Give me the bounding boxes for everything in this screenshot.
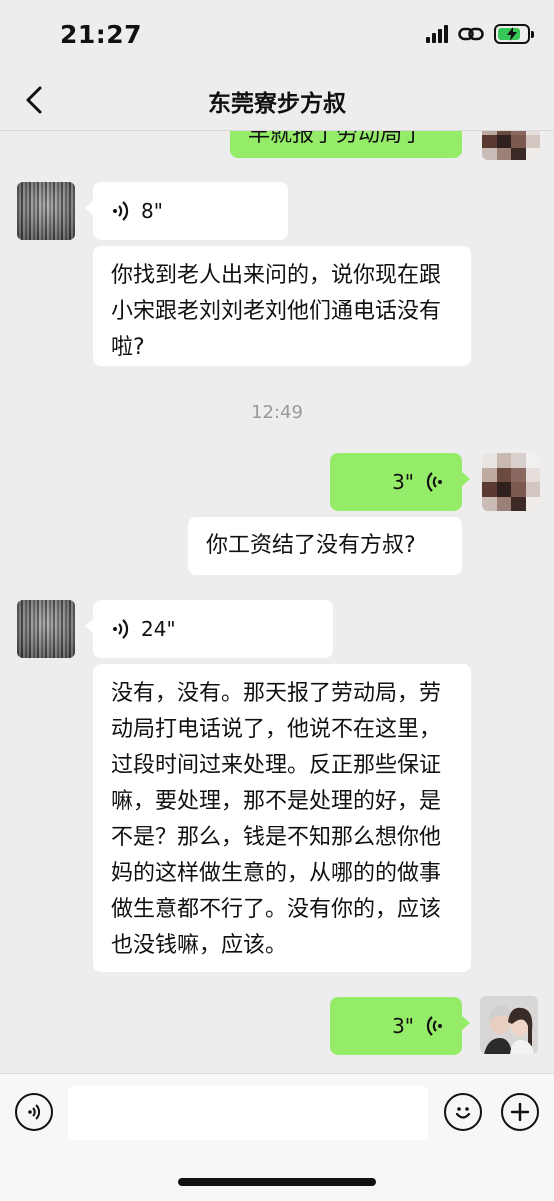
my-avatar[interactable] [482,453,540,511]
message-bubble-outgoing[interactable]: 你工资结了没有方叔? [188,517,462,575]
voice-wave-icon [426,1016,442,1036]
voice-message-outgoing[interactable]: 3" [330,453,470,511]
voice-message[interactable]: 24" [85,600,333,658]
voice-icon[interactable] [15,1093,53,1131]
message-bubble-outgoing[interactable]: 早就报了劳动局了 [230,130,462,158]
message-timestamp: 12:49 [251,402,303,423]
status-bar: 21:27 [0,0,554,70]
message-text: 没有，没有。那天报了劳动局，劳动局打电话说了，他说不在这里，过段时间过来处理。反… [111,681,442,958]
my-avatar[interactable] [482,130,540,160]
chat-area[interactable]: 早就报了劳动局了 8" 你找到老人出来问的，说你现在跟小宋跟老刘刘老刘他们通电话… [0,130,554,1073]
contact-avatar[interactable] [17,182,75,240]
chat-title: 东莞寮步方叔 [208,91,346,117]
message-text: 你工资结了没有方叔? [206,533,416,558]
status-time: 21:27 [60,20,143,49]
voice-duration: 8" [141,199,163,223]
battery-icon [494,24,534,44]
chat-header: 东莞寮步方叔 [0,70,554,131]
contact-avatar[interactable] [17,600,75,658]
my-avatar[interactable] [480,996,538,1054]
home-indicator [178,1178,376,1186]
plus-icon[interactable] [501,1093,539,1131]
voice-message[interactable]: 8" [85,182,288,240]
voice-duration: 3" [392,470,414,494]
message-text: 你找到老人出来问的，说你现在跟小宋跟老刘刘老刘他们通电话没有啦? [111,263,442,360]
voice-wave-icon [113,619,129,639]
voice-message-outgoing[interactable]: 3" [330,997,470,1055]
link-icon [458,27,484,41]
voice-wave-icon [426,472,442,492]
message-text: 早就报了劳动局了 [248,130,425,147]
emoji-icon[interactable] [444,1093,482,1131]
message-bubble-incoming[interactable]: 没有，没有。那天报了劳动局，劳动局打电话说了，他说不在这里，过段时间过来处理。反… [93,664,471,972]
message-bubble-incoming[interactable]: 你找到老人出来问的，说你现在跟小宋跟老刘刘老刘他们通电话没有啦? [93,246,471,366]
message-input[interactable] [68,1086,428,1140]
voice-duration: 3" [392,1014,414,1038]
status-icons [426,24,534,44]
voice-wave-icon [113,201,129,221]
signal-icon [426,25,448,43]
voice-duration: 24" [141,617,176,641]
